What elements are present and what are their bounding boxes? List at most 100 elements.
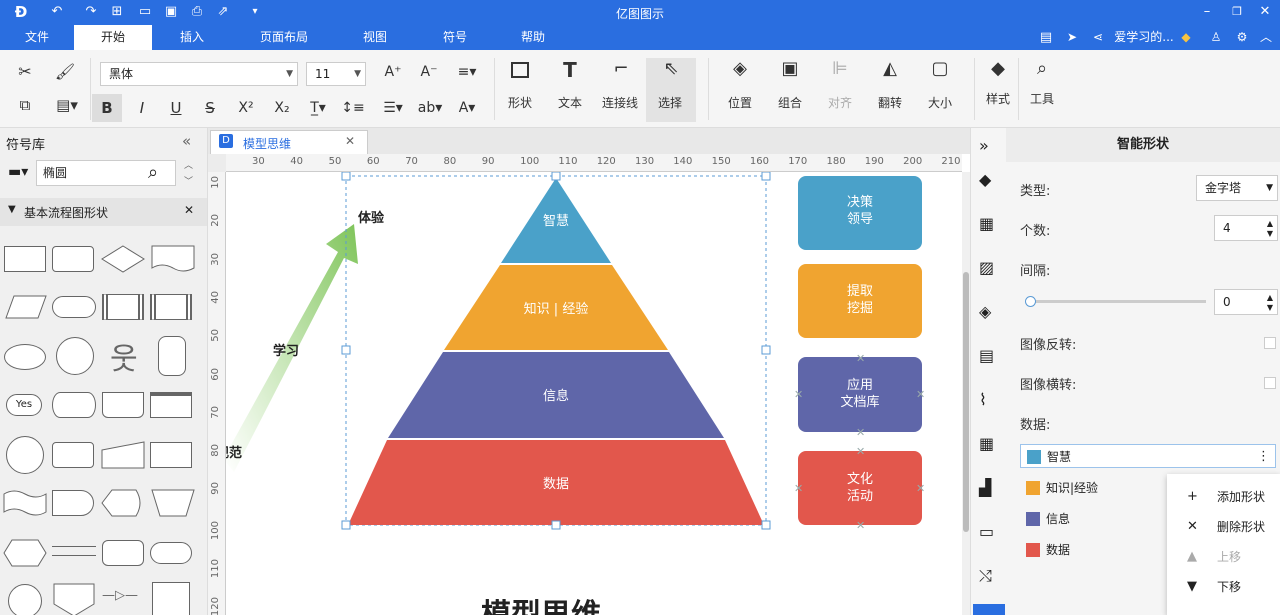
italic-button[interactable]: I [130, 94, 154, 122]
size-button[interactable]: ▢ 大小 [924, 58, 956, 120]
pyramid-label-1[interactable]: 智慧 [506, 210, 606, 229]
send-icon[interactable]: ➤ [1062, 25, 1082, 50]
bullet-list-icon[interactable]: ☰▾ [378, 94, 408, 122]
terminator-shape[interactable] [52, 296, 96, 318]
grid-icon[interactable]: ▦ [979, 214, 999, 234]
expand-panel-icon[interactable]: » [979, 136, 999, 156]
close-window-icon[interactable]: ✕ [1256, 3, 1274, 21]
format-painter-icon[interactable]: 🖌 [54, 62, 76, 84]
menu-symbol[interactable]: 符号 [436, 25, 474, 50]
stored-data-shape[interactable] [102, 392, 144, 418]
flip-horizontal-checkbox[interactable] [1264, 377, 1276, 389]
box-1-label[interactable]: 决策 领导 [798, 194, 922, 228]
restore-icon[interactable]: ❐ [1228, 3, 1246, 21]
predefined-process-alt-shape[interactable] [150, 294, 192, 320]
vip-diamond-icon[interactable]: ◆ [1176, 25, 1196, 50]
document-shape[interactable] [150, 244, 196, 274]
sequential-data-shape[interactable] [6, 436, 44, 474]
user-shape[interactable] [158, 336, 186, 376]
experience-label[interactable]: 体验 [358, 207, 384, 226]
text-align-icon[interactable]: ≡▾ [452, 64, 482, 80]
manual-input-shape[interactable] [100, 440, 146, 470]
shirt-icon[interactable]: ♙ [1206, 25, 1226, 50]
shuffle-icon[interactable]: ⤭ [979, 566, 999, 586]
chart-icon[interactable]: ⌇ [979, 390, 999, 410]
document-tab[interactable]: D 模型思维 ✕ [210, 130, 368, 154]
bold-button[interactable]: B [92, 94, 122, 122]
font-size-select[interactable]: 11 ▼ [306, 62, 366, 86]
box-3-label[interactable]: 应用 文档库 [798, 377, 922, 411]
layers-icon[interactable]: ◈ [979, 302, 999, 322]
comment-icon[interactable]: ▤ [1036, 25, 1056, 50]
predefined-process-shape[interactable] [102, 294, 144, 320]
map-icon[interactable]: ▟ [979, 478, 999, 498]
rounded-rect-shape[interactable] [52, 246, 94, 272]
menu-insert[interactable]: 插入 [172, 25, 212, 50]
move-up-menu-item[interactable]: ▲ 上移 [1167, 542, 1280, 572]
direct-data-shape[interactable] [52, 442, 94, 468]
text-color-icon[interactable]: A▾ [452, 94, 482, 122]
parallel-mode-shape[interactable] [52, 546, 96, 556]
font-grow-icon[interactable]: A⁺ [382, 64, 404, 80]
vertical-scrollbar[interactable] [962, 172, 970, 615]
process-shape[interactable] [4, 246, 46, 272]
add-shape-menu-item[interactable]: + 添加形状 [1167, 482, 1280, 512]
image-icon[interactable]: ▨ [979, 258, 999, 278]
settings-icon[interactable]: ⚙ [1232, 25, 1252, 50]
bottom-title[interactable]: 模型思维 [481, 590, 601, 615]
circle-shape[interactable] [56, 337, 94, 375]
menu-help[interactable]: 帮助 [514, 25, 552, 50]
shape-button[interactable]: 形状 [504, 58, 536, 120]
collapse-panel-icon[interactable]: « [182, 132, 191, 150]
data-shape[interactable] [4, 292, 48, 322]
count-stepper[interactable]: 4 ▲ ▼ [1214, 215, 1278, 241]
category-header[interactable]: ▼ 基本流程图形状 ✕ [0, 198, 207, 226]
line-spacing-icon[interactable]: ↕≡ [338, 94, 368, 122]
menu-start[interactable]: 开始 [74, 25, 152, 50]
scroll-down-icon[interactable]: ﹀ [184, 174, 193, 187]
group-button[interactable]: ▣ 组合 [774, 58, 806, 120]
position-button[interactable]: ◈ 位置 [724, 58, 756, 120]
collapse-ribbon-icon[interactable]: ︿ [1256, 25, 1276, 50]
select-button[interactable]: ⇖ 选择 [646, 58, 696, 122]
spacing-slider-track[interactable] [1030, 300, 1206, 303]
arrow-connector-icon[interactable]: —▷— [102, 588, 138, 603]
box-2-label[interactable]: 提取 挖掘 [798, 283, 922, 317]
terminator-alt-shape[interactable] [150, 542, 192, 564]
learning-label[interactable]: 学习 [273, 340, 299, 359]
connector-shape[interactable] [8, 584, 42, 615]
data-item-1[interactable]: 智慧 ⋮ [1020, 444, 1276, 468]
user-name[interactable]: 爱学习的... [1112, 25, 1176, 50]
pyramid-label-3[interactable]: 信息 [506, 385, 606, 404]
off-page-connector-shape[interactable] [52, 582, 96, 615]
ellipse-shape[interactable] [4, 344, 46, 370]
menu-file[interactable]: 文件 [18, 25, 56, 50]
pyramid-label-4[interactable]: 数据 [506, 473, 606, 492]
yes-shape[interactable]: Yes [6, 394, 42, 416]
box-4-label[interactable]: 文化 活动 [798, 471, 922, 505]
copy-icon[interactable]: ⧉ [14, 96, 36, 118]
cut-icon[interactable]: ✂ [14, 62, 36, 84]
page-icon[interactable]: ▤ [979, 346, 999, 366]
close-tab-icon[interactable]: ✕ [345, 134, 355, 148]
presentation-icon[interactable]: ▭ [979, 522, 999, 542]
close-category-icon[interactable]: ✕ [184, 203, 194, 217]
text-button[interactable]: T 文本 [554, 58, 586, 120]
more-options-icon[interactable]: ⋮ [1257, 445, 1270, 469]
subscript-button[interactable]: X₂ [268, 94, 296, 122]
scrollbar-thumb[interactable] [963, 272, 969, 532]
table-icon[interactable]: ▦ [979, 434, 999, 454]
annotation-shape[interactable] [152, 582, 190, 615]
paste-icon[interactable]: ▤▾ [52, 96, 82, 118]
punched-tape-shape[interactable] [2, 488, 48, 518]
superscript-button[interactable]: X² [232, 94, 260, 122]
alternate-process-shape[interactable] [102, 540, 144, 566]
rotate-button[interactable]: ◭ 翻转 [874, 58, 906, 120]
library-icon[interactable]: ▬▾ [8, 164, 28, 180]
spacing-stepper[interactable]: 0 ▲ ▼ [1214, 289, 1278, 315]
pyramid-label-2[interactable]: 知识 | 经验 [486, 298, 626, 317]
menu-page-layout[interactable]: 页面布局 [252, 25, 316, 50]
card-shape[interactable] [150, 442, 192, 468]
display-shape[interactable] [100, 488, 146, 518]
type-select[interactable]: 金字塔 ▼ [1196, 175, 1278, 201]
